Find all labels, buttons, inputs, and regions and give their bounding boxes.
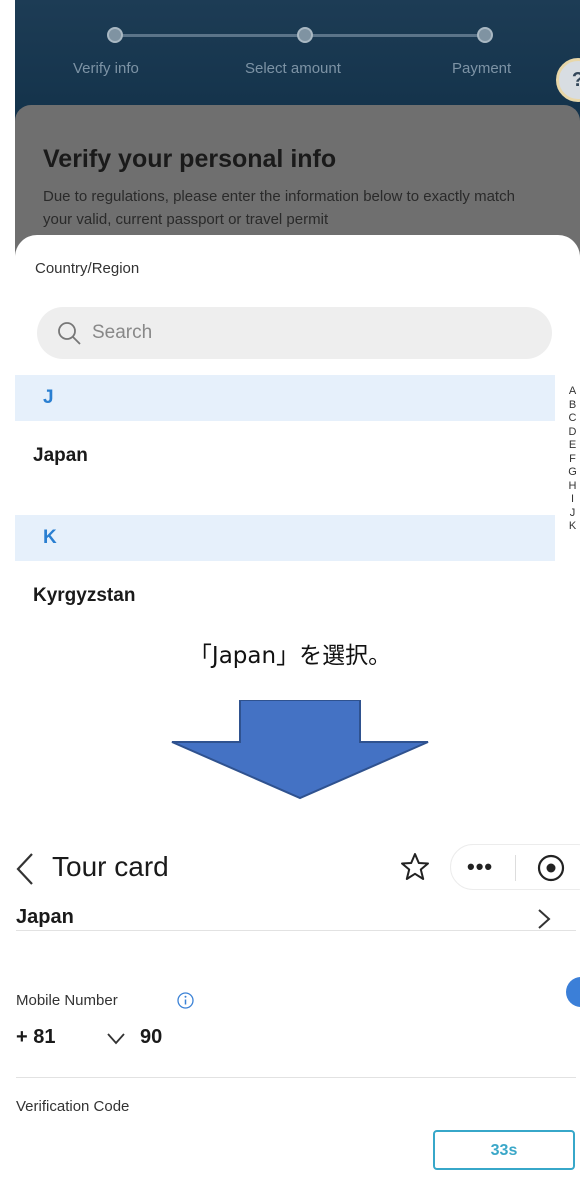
divider [16, 1077, 576, 1078]
index-letter[interactable]: H [565, 480, 580, 494]
group-letter: K [43, 527, 57, 548]
mini-program-capsule: ••• [450, 844, 580, 890]
index-letter[interactable]: B [565, 399, 580, 413]
index-letter[interactable]: E [565, 439, 580, 453]
step-dot [107, 27, 123, 43]
step-label-amount: Select amount [245, 60, 341, 77]
alphabet-index[interactable]: A B C D E F G H I J K [565, 385, 580, 534]
step-label-verify: Verify info [73, 60, 139, 77]
timer-text: 33s [490, 1142, 518, 1159]
mobile-number-input[interactable]: 90 [140, 1026, 162, 1049]
list-item-label: Japan [33, 445, 88, 466]
chevron-down-icon[interactable] [107, 1033, 125, 1045]
step-label-payment: Payment [452, 60, 512, 77]
index-letter[interactable]: F [565, 453, 580, 467]
group-letter: J [43, 387, 54, 408]
index-letter[interactable]: D [565, 426, 580, 440]
target-icon[interactable] [537, 854, 565, 882]
country-region-sheet: Country/Region Search J Japan K Kyrgyzst… [15, 235, 580, 625]
floating-action-edge[interactable] [566, 977, 580, 1007]
page-title: Tour card [52, 851, 169, 882]
divider [16, 930, 576, 931]
search-input[interactable]: Search [37, 307, 552, 359]
chevron-right-icon [538, 909, 551, 929]
step-dot [297, 27, 313, 43]
more-icon[interactable]: ••• [467, 856, 493, 878]
index-letter[interactable]: J [565, 507, 580, 521]
star-icon[interactable] [400, 852, 430, 882]
verification-code-label: Verification Code [16, 1098, 130, 1115]
card-title: Verify your personal info [43, 145, 337, 173]
index-letter[interactable]: A [565, 385, 580, 399]
chevron-left-icon[interactable] [14, 852, 36, 886]
country-code-value[interactable]: + 81 [16, 1026, 55, 1049]
tour-card-screenshot: Tour card ••• Japan Mobile Number + 81 9… [0, 812, 580, 1197]
search-placeholder: Search [92, 322, 153, 343]
arrow-down-icon [171, 700, 429, 800]
instruction-caption: 「Japan」を選択。 [188, 643, 392, 669]
index-letter[interactable]: K [565, 520, 580, 534]
step-connector [115, 34, 305, 37]
list-item-japan[interactable]: Japan [15, 427, 555, 485]
group-header-k: K [15, 515, 555, 561]
index-letter[interactable]: C [565, 412, 580, 426]
list-item-label: Kyrgyzstan [33, 585, 136, 606]
search-icon [58, 322, 81, 345]
step-dot [477, 27, 493, 43]
country-value: Japan [16, 906, 74, 928]
card-description: Due to regulations, please enter the inf… [43, 188, 515, 228]
country-picker-screenshot: Verify info Select amount Payment ? Veri… [15, 0, 580, 625]
group-header-j: J [15, 375, 555, 421]
index-letter[interactable]: G [565, 466, 580, 480]
info-icon[interactable] [177, 992, 194, 1009]
mobile-number-label: Mobile Number [16, 992, 118, 1009]
capsule-divider [515, 855, 516, 881]
help-icon[interactable]: ? [556, 58, 580, 102]
step-connector [305, 34, 485, 37]
country-field[interactable]: Japan [16, 894, 576, 944]
index-letter[interactable]: I [565, 493, 580, 507]
sheet-title: Country/Region [35, 260, 140, 277]
list-item-kyrgyzstan[interactable]: Kyrgyzstan [15, 567, 555, 625]
resend-code-timer-button[interactable]: 33s [433, 1130, 575, 1170]
